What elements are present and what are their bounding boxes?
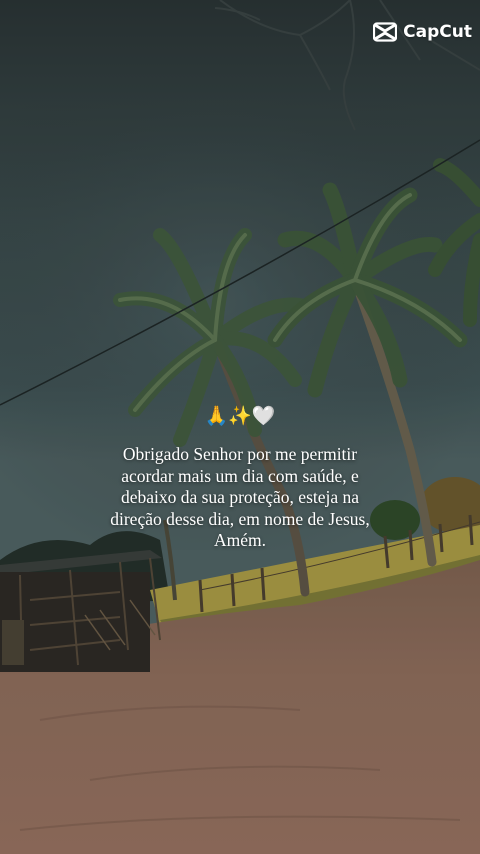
caption-text: Obrigado Senhor por me permitir acordar … bbox=[110, 444, 370, 550]
caption-emojis: 🙏✨🤍 bbox=[204, 405, 276, 427]
capcut-logo-icon bbox=[373, 22, 398, 42]
capcut-brand-label: CapCut bbox=[403, 22, 472, 42]
capcut-watermark: CapCut bbox=[373, 20, 472, 44]
